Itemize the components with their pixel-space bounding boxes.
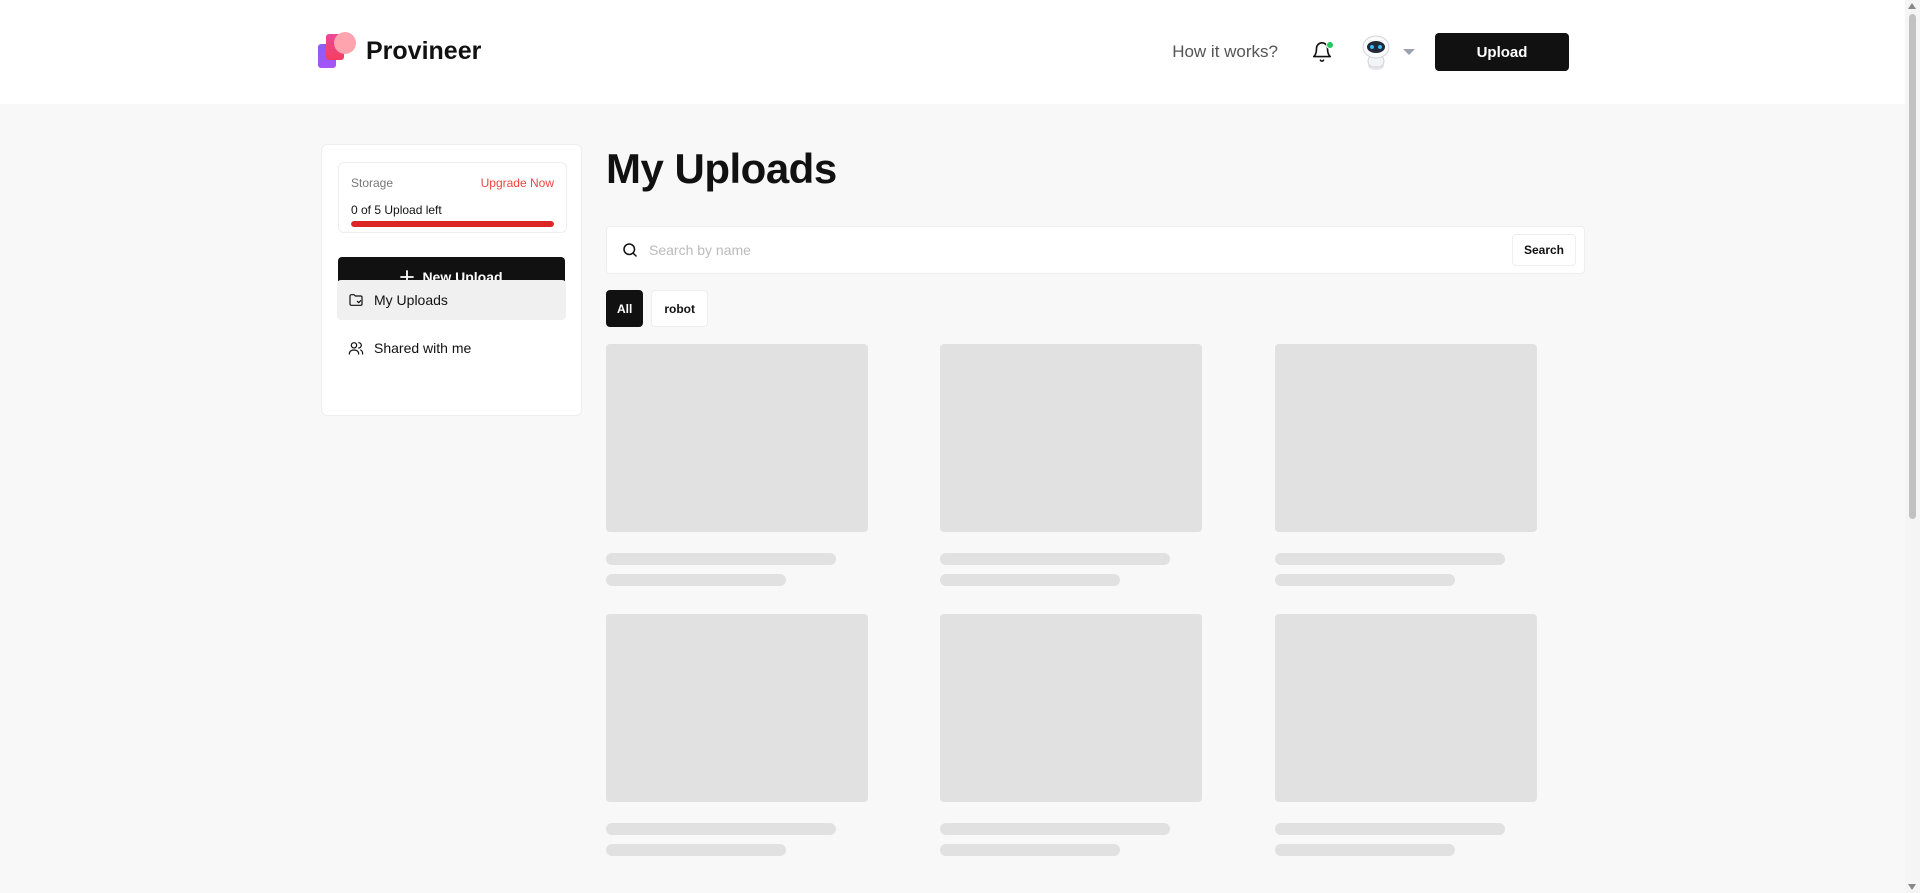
search-icon xyxy=(623,243,637,257)
skeleton-thumbnail xyxy=(1275,614,1537,802)
scrollbar-thumb[interactable] xyxy=(1909,14,1916,519)
storage-label: Storage xyxy=(351,176,394,190)
search-input[interactable] xyxy=(649,242,1512,258)
scroll-down-arrow-icon[interactable] xyxy=(1908,884,1916,890)
skeleton-line xyxy=(606,844,786,856)
users-icon xyxy=(348,342,364,355)
upgrade-now-link[interactable]: Upgrade Now xyxy=(481,176,554,190)
skeleton-line xyxy=(940,844,1120,856)
skeleton-line xyxy=(606,574,786,586)
brand[interactable]: Provineer xyxy=(318,32,481,70)
folder-icon xyxy=(349,294,363,306)
skeleton-line xyxy=(1275,823,1505,835)
skeleton-line xyxy=(940,823,1170,835)
page-scrollbar[interactable] xyxy=(1905,0,1920,893)
skeleton-thumbnail xyxy=(606,344,868,532)
search-bar: Search xyxy=(606,226,1585,274)
header-actions: How it works? Upload xyxy=(1172,33,1569,71)
page-title: My Uploads xyxy=(606,145,837,192)
brand-name: Provineer xyxy=(366,36,482,65)
user-menu[interactable] xyxy=(1357,33,1415,71)
storage-card: Storage Upgrade Now 0 of 5 Upload left xyxy=(338,162,567,233)
scroll-up-arrow-icon[interactable] xyxy=(1908,3,1916,9)
skeleton-line xyxy=(606,553,836,565)
robot-avatar xyxy=(1357,33,1395,71)
sidebar-item-my-uploads[interactable]: My Uploads xyxy=(337,280,566,320)
top-header: Provineer How it works? Upload xyxy=(0,0,1905,104)
search-button[interactable]: Search xyxy=(1512,234,1576,266)
filter-chip-robot[interactable]: robot xyxy=(651,290,708,327)
skeleton-line xyxy=(1275,553,1505,565)
chevron-down-icon xyxy=(1403,49,1415,55)
sidebar: Storage Upgrade Now 0 of 5 Upload left N… xyxy=(321,144,582,416)
skeleton-line xyxy=(1275,844,1455,856)
skeleton-thumbnail xyxy=(606,614,868,802)
sidebar-item-label: Shared with me xyxy=(374,340,472,356)
storage-progress-fill xyxy=(351,221,554,227)
storage-count: 0 of 5 Upload left xyxy=(351,203,442,217)
filter-chip-all[interactable]: All xyxy=(606,290,644,327)
skeleton-line xyxy=(940,553,1170,565)
skeleton-thumbnail xyxy=(940,614,1202,802)
notification-bell-icon[interactable] xyxy=(1311,40,1334,64)
sidebar-item-shared-with-me[interactable]: Shared with me xyxy=(337,328,566,368)
storage-progress-bar xyxy=(351,221,554,227)
skeleton-line xyxy=(940,574,1120,586)
upload-button[interactable]: Upload xyxy=(1435,33,1569,71)
provineer-logo-icon xyxy=(318,32,356,70)
skeleton-line xyxy=(1275,574,1455,586)
skeleton-thumbnail xyxy=(1275,344,1537,532)
filter-chips: All robot xyxy=(606,290,708,327)
notification-dot xyxy=(1326,41,1334,49)
how-it-works-link[interactable]: How it works? xyxy=(1172,42,1278,62)
sidebar-item-label: My Uploads xyxy=(374,292,448,308)
skeleton-line xyxy=(606,823,836,835)
skeleton-thumbnail xyxy=(940,344,1202,532)
